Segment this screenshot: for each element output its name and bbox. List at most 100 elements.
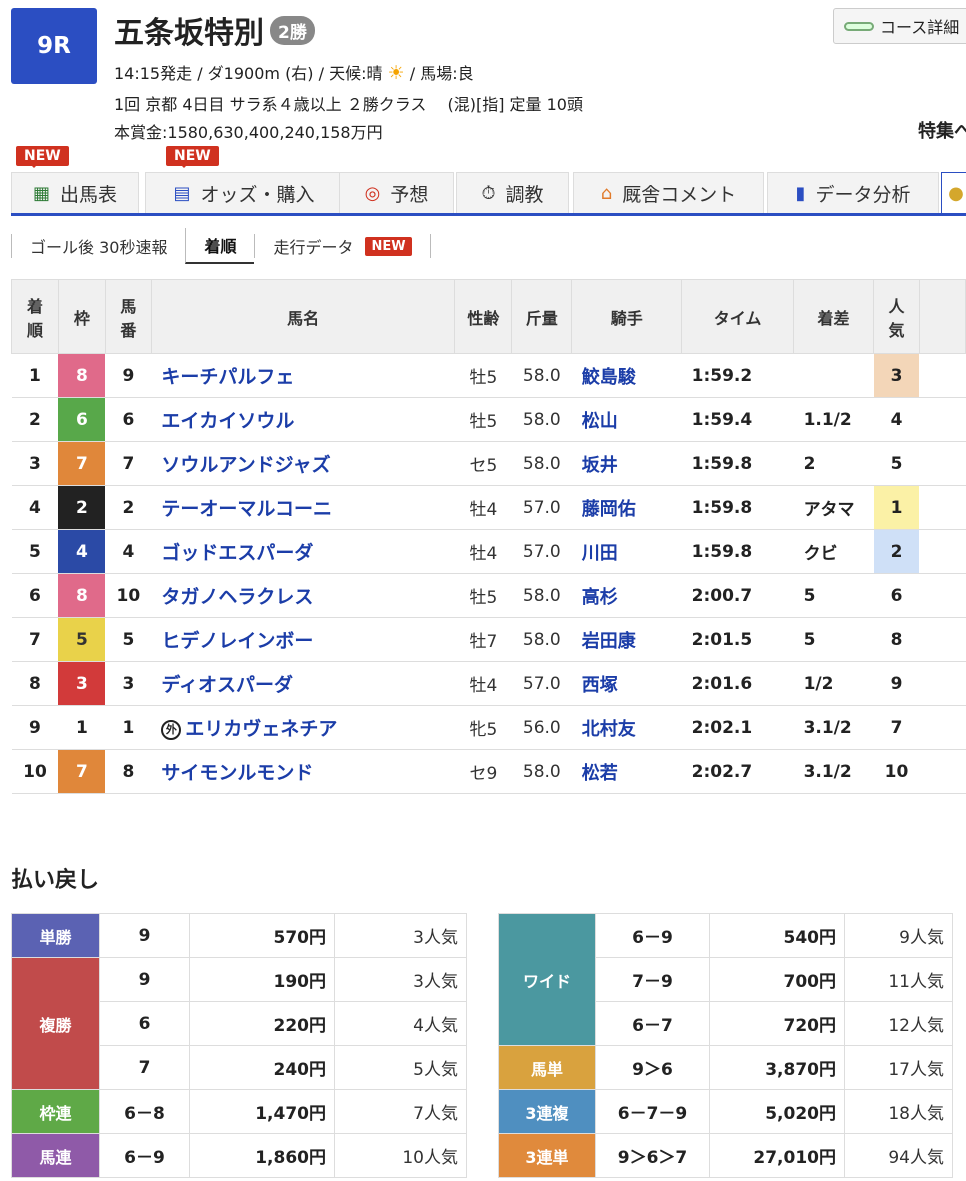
margin: 1/2	[793, 661, 874, 706]
tab-data-analysis[interactable]: ▮ データ分析	[767, 172, 939, 213]
jockey-link[interactable]: 高杉	[571, 573, 682, 618]
payout-amount: 700円	[709, 957, 845, 1002]
grade-badge: 2勝	[270, 16, 315, 45]
sex-age: 牡5	[454, 353, 512, 398]
carried-weight: 57.0	[511, 529, 572, 574]
popularity: 8	[873, 617, 920, 662]
payout-amount: 190円	[189, 957, 335, 1002]
payout-amount: 1,470円	[189, 1089, 335, 1134]
carried-weight: 58.0	[511, 617, 572, 662]
horse-name-link[interactable]: ゴッドエスパーダ	[151, 529, 455, 574]
tab-entries[interactable]: ▦ 出馬表	[11, 172, 139, 213]
bet-type-label: ワイド	[498, 913, 596, 1046]
horse-name-link[interactable]: ヒデノレインボー	[151, 617, 455, 662]
payout-table-left: 単勝 9 570円 3人気 複勝 9 190円 3人気 6 220円 4人気 7 240円 5人気 枠連 6－…	[11, 913, 467, 1178]
result-subtabs: ゴール後 30秒速報 着順 走行データ NEW	[11, 228, 431, 264]
winning-combination: 6－9	[595, 913, 710, 958]
waku-number: 8	[58, 353, 106, 398]
course-detail-button[interactable]: コース詳細	[833, 8, 966, 44]
horse-number: 1	[105, 705, 152, 750]
finish-time: 2:01.5	[681, 617, 794, 662]
result-row: 4 2 2 テーオーマルコーニ 牡4 57.0 藤岡佑 1:59.8 アタマ 1	[11, 485, 966, 530]
col-margin: 着差	[793, 279, 875, 354]
carried-weight: 58.0	[511, 397, 572, 442]
winning-combination: 7－9	[595, 957, 710, 1002]
sex-age: セ5	[454, 441, 512, 486]
jockey-link[interactable]: 西塚	[571, 661, 682, 706]
winning-combination: 6－8	[99, 1089, 190, 1134]
horse-name-link[interactable]: テーオーマルコーニ	[151, 485, 455, 530]
winning-combination: 9	[99, 957, 190, 1002]
payout-amount: 570円	[189, 913, 335, 958]
horse-name-link[interactable]: エイカイソウル	[151, 397, 455, 442]
horse-name-link[interactable]: キーチパルフェ	[151, 353, 455, 398]
margin: 5	[793, 617, 874, 662]
race-info-line2: 1回 京都 4日目 サラ系４歳以上 ２勝クラス (混)[指] 定量 10頭	[114, 95, 583, 114]
result-row: 6 8 10 タガノヘラクレス 牡5 58.0 高杉 2:00.7 5 6	[11, 573, 966, 618]
bet-type-label: 枠連	[11, 1089, 100, 1134]
finish-time: 2:00.7	[681, 573, 794, 618]
winning-combination: 7	[99, 1045, 190, 1090]
extra-cell	[919, 573, 966, 618]
waku-number: 2	[58, 485, 106, 530]
bet-type-label: 単勝	[11, 913, 100, 958]
jockey-link[interactable]: 鮫島駿	[571, 353, 682, 398]
foreign-mark-icon: 外	[161, 720, 182, 740]
coin-icon: ●	[948, 182, 964, 204]
margin: 2	[793, 441, 874, 486]
subtab-quick-result[interactable]: ゴール後 30秒速報	[11, 234, 185, 258]
jockey-link[interactable]: 北村友	[571, 705, 682, 750]
extra-cell	[919, 661, 966, 706]
col-pop: 人気	[873, 279, 920, 354]
extra-cell	[919, 485, 966, 530]
subtab-running-data[interactable]: 走行データ NEW	[254, 234, 431, 258]
result-header-row: 着順 枠 馬番 馬名 性齢 斤量 騎手 タイム 着差 人気	[11, 279, 966, 354]
tab-stable-comment[interactable]: ⌂ 厩舎コメント	[573, 172, 764, 213]
payout-title: 払い戻し	[11, 868, 100, 893]
bet-type-label: 3連単	[498, 1133, 596, 1178]
tab-result[interactable]: ●	[941, 172, 966, 213]
horse-name-link[interactable]: タガノヘラクレス	[151, 573, 455, 618]
popularity: 3	[873, 353, 920, 398]
horse-name-link[interactable]: サイモンルモンド	[151, 749, 455, 794]
result-row: 1 8 9 キーチパルフェ 牡5 58.0 鮫島駿 1:59.2 3	[11, 353, 966, 398]
finish-rank: 2	[11, 397, 59, 442]
popularity: 4	[873, 397, 920, 442]
winning-combination: 9	[99, 913, 190, 958]
waku-number: 8	[58, 573, 106, 618]
payout-row: 3連複 6－7－9 5,020円 18人気	[498, 1089, 953, 1134]
stable-icon: ⌂	[600, 182, 613, 204]
horse-name-link[interactable]: 外エリカヴェネチア	[151, 705, 455, 750]
feature-link[interactable]: 特集へ	[918, 117, 966, 143]
subtab-finish-order[interactable]: 着順	[185, 228, 255, 264]
tab-prediction[interactable]: ◎ 予想	[339, 172, 454, 213]
result-row: 5 4 4 ゴッドエスパーダ 牡4 57.0 川田 1:59.8 クビ 2	[11, 529, 966, 574]
horse-name-link[interactable]: ディオスパーダ	[151, 661, 455, 706]
result-row: 8 3 3 ディオスパーダ 牡4 57.0 西塚 2:01.6 1/2 9	[11, 661, 966, 706]
carried-weight: 58.0	[511, 749, 572, 794]
tab-odds[interactable]: ▤ オッズ・購入	[145, 172, 343, 213]
jockey-link[interactable]: 藤岡佑	[571, 485, 682, 530]
payout-row: 3連単 9＞6＞7 27,010円 94人気	[498, 1133, 953, 1178]
sex-age: 牡4	[454, 661, 512, 706]
waku-number: 6	[58, 397, 106, 442]
jockey-link[interactable]: 坂井	[571, 441, 682, 486]
horse-name-link[interactable]: ソウルアンドジャズ	[151, 441, 455, 486]
col-rank: 着順	[11, 279, 59, 354]
bet-type-label: 馬連	[11, 1133, 100, 1178]
extra-cell	[919, 353, 966, 398]
jockey-link[interactable]: 松若	[571, 749, 682, 794]
result-row: 9 1 1 外エリカヴェネチア 牝5 56.0 北村友 2:02.1 3.1/2 7	[11, 705, 966, 750]
payout-popularity: 5人気	[334, 1045, 467, 1090]
jockey-link[interactable]: 岩田康	[571, 617, 682, 662]
race-number-badge: 9R	[11, 8, 97, 84]
jockey-link[interactable]: 松山	[571, 397, 682, 442]
course-icon	[844, 21, 874, 31]
result-row: 10 7 8 サイモンルモンド セ9 58.0 松若 2:02.7 3.1/2 10	[11, 749, 966, 794]
winning-combination: 9＞6	[595, 1045, 710, 1090]
margin: 3.1/2	[793, 705, 874, 750]
tab-training[interactable]: ⏱ 調教	[456, 172, 569, 213]
horse-number: 8	[105, 749, 152, 794]
jockey-link[interactable]: 川田	[571, 529, 682, 574]
bet-type-label: 馬単	[498, 1045, 596, 1090]
